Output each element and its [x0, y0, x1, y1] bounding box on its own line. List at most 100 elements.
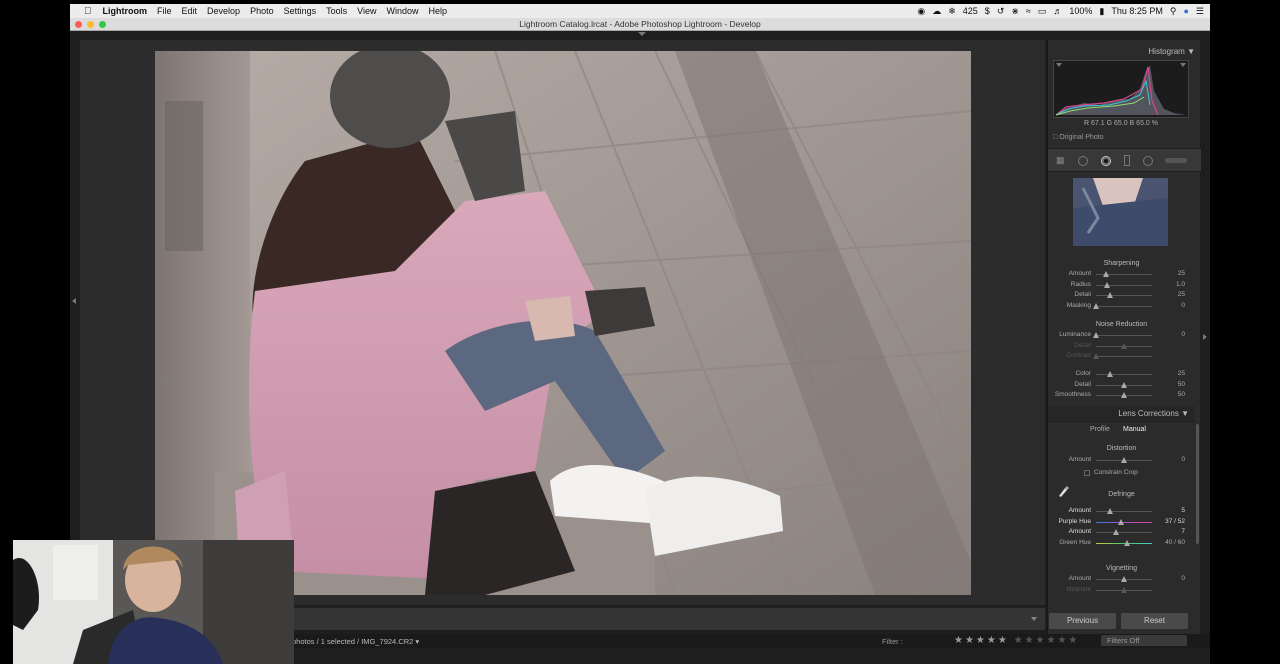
radial-filter-icon[interactable]	[1143, 156, 1153, 166]
battery-icon[interactable]: ▮	[1099, 6, 1104, 17]
left-panel-toggle-icon[interactable]	[72, 298, 76, 304]
slider-track[interactable]	[1096, 518, 1152, 525]
siri-icon[interactable]: ●	[1183, 6, 1188, 16]
slider-thumb[interactable]	[1121, 457, 1127, 463]
record-icon[interactable]: ◉	[917, 6, 925, 17]
menu-develop[interactable]: Develop	[207, 6, 240, 16]
filters-off-dropdown[interactable]: Filters Off	[1101, 635, 1187, 646]
constrain-crop-checkbox[interactable]	[1084, 470, 1090, 476]
lens-corrections-header[interactable]: Lens Corrections ▼	[1048, 406, 1195, 421]
menu-lightroom[interactable]: Lightroom	[103, 6, 148, 16]
slider-thumb[interactable]	[1121, 342, 1127, 349]
slider-value[interactable]: 37 / 52	[1160, 518, 1185, 525]
slider-thumb[interactable]	[1123, 539, 1130, 546]
slider-track[interactable]	[1093, 302, 1152, 309]
slider-thumb[interactable]	[1093, 302, 1099, 309]
slider-track[interactable]	[1096, 539, 1152, 546]
graduated-filter-icon[interactable]	[1124, 155, 1130, 166]
slider-thumb[interactable]	[1121, 392, 1127, 398]
tab-profile[interactable]: Profile	[1090, 426, 1110, 433]
badge-icon[interactable]: ❄	[948, 6, 956, 17]
slider-track[interactable]	[1096, 342, 1152, 349]
menu-help[interactable]: Help	[429, 6, 448, 16]
menu-window[interactable]: Window	[387, 6, 419, 16]
slider-track[interactable]	[1096, 371, 1152, 377]
slider-thumb[interactable]	[1121, 586, 1127, 593]
menu-settings[interactable]: Settings	[284, 6, 317, 16]
slider-value[interactable]: 50	[1160, 381, 1185, 388]
bluetooth-icon[interactable]: ⋇	[1011, 6, 1019, 17]
histogram-graph[interactable]	[1053, 60, 1189, 118]
adjustment-brush-icon[interactable]	[1165, 158, 1187, 163]
slider-value[interactable]: 0	[1160, 575, 1185, 582]
slider-value[interactable]: 5	[1160, 507, 1185, 514]
slider-thumb[interactable]	[1107, 371, 1113, 377]
slider-thumb[interactable]	[1112, 529, 1119, 535]
collapse-triangle-icon[interactable]: ▼	[1181, 409, 1189, 418]
slider-value[interactable]: 0	[1160, 456, 1185, 463]
filmstrip-source-info[interactable]: photos / 1 selected / IMG_7924.CR2 ▾	[292, 637, 419, 646]
loupe-view[interactable]	[80, 40, 1045, 605]
right-panel-toggle-icon[interactable]	[1203, 334, 1207, 340]
apple-menu-icon[interactable]: 	[84, 6, 92, 17]
slider-value[interactable]: 50	[1160, 391, 1185, 398]
cloud-icon[interactable]: ☁	[932, 6, 941, 17]
menu-tools[interactable]: Tools	[326, 6, 347, 16]
slider-track[interactable]	[1096, 271, 1152, 277]
time-machine-icon[interactable]: ↺	[997, 6, 1005, 17]
slider-track[interactable]	[1096, 381, 1152, 388]
slider-thumb[interactable]	[1107, 292, 1113, 298]
slider-track[interactable]	[1096, 292, 1152, 298]
slider-thumb[interactable]	[1104, 281, 1111, 288]
slider-thumb[interactable]	[1121, 381, 1127, 388]
slider-track[interactable]	[1093, 332, 1152, 338]
slider-track[interactable]	[1096, 457, 1152, 463]
zoom-window-button[interactable]	[99, 21, 106, 28]
slider-track[interactable]	[1096, 586, 1152, 593]
close-window-button[interactable]	[75, 21, 82, 28]
histogram-header[interactable]: Histogram ▼	[1048, 45, 1201, 59]
volume-icon[interactable]: ♬	[1053, 6, 1062, 16]
slider-value[interactable]: 40 / 60	[1160, 539, 1185, 546]
reset-button[interactable]: Reset	[1121, 613, 1188, 629]
panel-scrollbar[interactable]	[1196, 424, 1199, 544]
rating-filter[interactable]: ★★★★★ ★★★★★★	[954, 635, 1079, 646]
dollar-icon[interactable]: $	[985, 6, 990, 16]
slider-thumb[interactable]	[1118, 518, 1125, 525]
slider-thumb[interactable]	[1093, 353, 1099, 359]
slider-track[interactable]	[1096, 576, 1152, 582]
slider-value[interactable]: 25	[1160, 291, 1185, 298]
slider-track[interactable]	[1096, 392, 1152, 398]
slider-value[interactable]: 7	[1160, 528, 1185, 535]
wifi-icon[interactable]: ≈	[1026, 6, 1031, 16]
slider-value[interactable]: 0	[1160, 302, 1185, 309]
slider-thumb[interactable]	[1102, 271, 1109, 277]
spot-removal-icon[interactable]	[1078, 156, 1088, 166]
top-panel-toggle-icon[interactable]	[638, 32, 646, 36]
slider-value[interactable]: 1.0	[1160, 281, 1185, 288]
slider-thumb[interactable]	[1093, 332, 1099, 338]
slider-track[interactable]	[1096, 508, 1152, 514]
slider-thumb[interactable]	[1107, 508, 1113, 514]
clock[interactable]: Thu 8:25 PM	[1111, 6, 1163, 16]
slider-track[interactable]	[1096, 529, 1152, 535]
red-eye-icon[interactable]	[1101, 156, 1111, 166]
main-photo[interactable]	[155, 51, 971, 595]
collapse-triangle-icon[interactable]: ▼	[1187, 47, 1195, 56]
tab-manual[interactable]: Manual	[1123, 426, 1146, 433]
slider-thumb[interactable]	[1121, 576, 1127, 582]
slider-track[interactable]	[1096, 281, 1152, 288]
slider-value[interactable]: 25	[1160, 270, 1185, 277]
spotlight-icon[interactable]: ⚲	[1170, 6, 1177, 17]
toolbar-menu-icon[interactable]	[1031, 617, 1037, 621]
detail-preview[interactable]	[1073, 178, 1168, 246]
crop-overlay-icon[interactable]: ▦	[1056, 155, 1065, 166]
menu-file[interactable]: File	[157, 6, 172, 16]
notification-center-icon[interactable]: ☰	[1196, 6, 1204, 17]
panel-scroll-area[interactable]: Sharpening Amount 25 Radius 1.0 Detail 25 Mask…	[1048, 174, 1195, 604]
slider-value[interactable]: 25	[1160, 370, 1185, 377]
slider-track[interactable]	[1093, 353, 1152, 359]
menu-view[interactable]: View	[357, 6, 376, 16]
slider-value[interactable]: 0	[1160, 331, 1185, 338]
menu-edit[interactable]: Edit	[182, 6, 198, 16]
